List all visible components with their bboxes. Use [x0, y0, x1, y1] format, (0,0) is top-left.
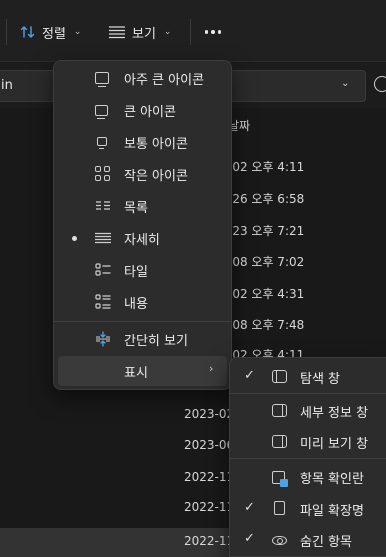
preview-pane-icon [272, 435, 287, 448]
menu-item-label: 타일 [124, 265, 148, 280]
file-date: -08 오후 7:02 [228, 255, 305, 269]
navigation-pane-icon [272, 370, 287, 383]
menu-item-details[interactable]: 자세히 [58, 223, 227, 253]
submenu-item-details-pane[interactable]: 세부 정보 창 [230, 396, 386, 426]
menu-item-show[interactable]: 표시 › [58, 356, 227, 386]
file-date: -08 오후 7:48 [228, 318, 305, 332]
file-date: 2023-06 [184, 438, 235, 452]
toolbar-divider [6, 19, 7, 45]
content-icon [95, 294, 111, 309]
chevron-down-icon[interactable]: ⌄ [341, 78, 349, 89]
view-menu: 아주 큰 아이콘 큰 아이콘 보통 아이콘 작은 아이콘 목록 자세히 타일 내… [53, 60, 232, 390]
submenu-item-label: 세부 정보 창 [300, 406, 369, 421]
menu-item-small-icons[interactable]: 작은 아이콘 [58, 159, 227, 189]
submenu-item-preview-pane[interactable]: 미리 보기 창 [230, 427, 386, 457]
details-icon [95, 232, 111, 244]
submenu-item-label: 숨긴 항목 [300, 535, 352, 550]
menu-item-medium-icons[interactable]: 보통 아이콘 [58, 127, 227, 157]
extra-large-icons-icon [95, 72, 109, 88]
menu-divider [230, 393, 386, 394]
large-icons-icon [95, 105, 108, 120]
address-path: in [1, 78, 13, 93]
check-icon: ✓ [244, 531, 255, 546]
sort-label: 정렬 [42, 26, 66, 42]
file-date: 2022-11 [184, 470, 235, 484]
menu-item-list[interactable]: 목록 [58, 191, 227, 221]
sort-button[interactable]: 정렬 ⌄ [20, 17, 81, 47]
menu-item-large-icons[interactable]: 큰 아이콘 [58, 95, 227, 125]
submenu-item-navigation-pane[interactable]: ✓ 탐색 창 [230, 362, 386, 392]
file-date: 2022-11 [184, 500, 235, 514]
submenu-item-label: 미리 보기 창 [300, 437, 369, 452]
submenu-item-file-extensions[interactable]: ✓ 파일 확장명 [230, 494, 386, 524]
menu-item-label: 아주 큰 아이콘 [124, 73, 205, 88]
submenu-item-label: 항목 확인란 [300, 472, 364, 487]
tiles-icon [95, 263, 111, 276]
submenu-item-label: 탐색 창 [300, 372, 341, 387]
menu-item-label: 작은 아이콘 [124, 169, 188, 184]
submenu-item-item-checkboxes[interactable]: 항목 확인란 [230, 462, 386, 492]
menu-item-compact-view[interactable]: 간단히 보기 [58, 324, 227, 354]
menu-item-label: 내용 [124, 297, 148, 312]
small-icons-icon [95, 166, 110, 181]
menu-divider [54, 321, 231, 322]
file-date: -26 오후 6:58 [228, 192, 305, 206]
toolbar-divider [190, 19, 191, 45]
menu-item-label: 목록 [124, 201, 148, 216]
refresh-icon[interactable] [374, 76, 386, 92]
menu-item-content[interactable]: 내용 [58, 287, 227, 317]
file-extension-icon [274, 501, 285, 515]
command-bar: 정렬 ⌄ 보기 ⌄ [0, 0, 386, 62]
chevron-down-icon: ⌄ [163, 27, 172, 37]
more-options-button[interactable] [202, 17, 224, 47]
menu-item-label: 큰 아이콘 [124, 105, 176, 120]
list-icon [96, 201, 110, 210]
file-date: -02 오후 4:31 [228, 287, 305, 301]
file-date: -02 오후 4:11 [228, 160, 305, 174]
menu-item-extra-large-icons[interactable]: 아주 큰 아이콘 [58, 63, 227, 93]
medium-icons-icon [97, 137, 107, 149]
view-button[interactable]: 보기 ⌄ [108, 17, 171, 47]
compact-view-icon [96, 331, 110, 347]
menu-item-label: 보통 아이콘 [124, 137, 188, 152]
details-pane-icon [272, 404, 287, 417]
view-icon [109, 26, 125, 39]
chevron-right-icon: › [209, 362, 214, 375]
menu-item-label: 자세히 [124, 233, 160, 248]
more-icon [204, 30, 222, 34]
file-date: -23 오후 7:21 [228, 224, 305, 238]
menu-divider [230, 458, 386, 459]
item-checkbox-icon [272, 471, 288, 487]
hidden-items-icon [272, 536, 287, 545]
file-date: 2023-02 [184, 407, 235, 421]
view-label: 보기 [132, 26, 156, 42]
file-date: 2022-11 [184, 534, 235, 548]
show-submenu: ✓ 탐색 창 세부 정보 창 미리 보기 창 항목 확인란 ✓ 파일 확장명 ✓… [229, 357, 386, 557]
menu-item-label: 간단히 보기 [124, 334, 188, 349]
sort-icon [20, 26, 35, 38]
menu-item-tiles[interactable]: 타일 [58, 255, 227, 285]
submenu-item-hidden-items[interactable]: ✓ 숨긴 항목 [230, 525, 386, 555]
selected-bullet-icon [72, 236, 77, 241]
check-icon: ✓ [244, 368, 255, 383]
submenu-item-label: 파일 확장명 [300, 504, 364, 519]
check-icon: ✓ [244, 500, 255, 515]
chevron-down-icon: ⌄ [73, 27, 82, 37]
menu-item-label: 표시 [124, 366, 148, 381]
